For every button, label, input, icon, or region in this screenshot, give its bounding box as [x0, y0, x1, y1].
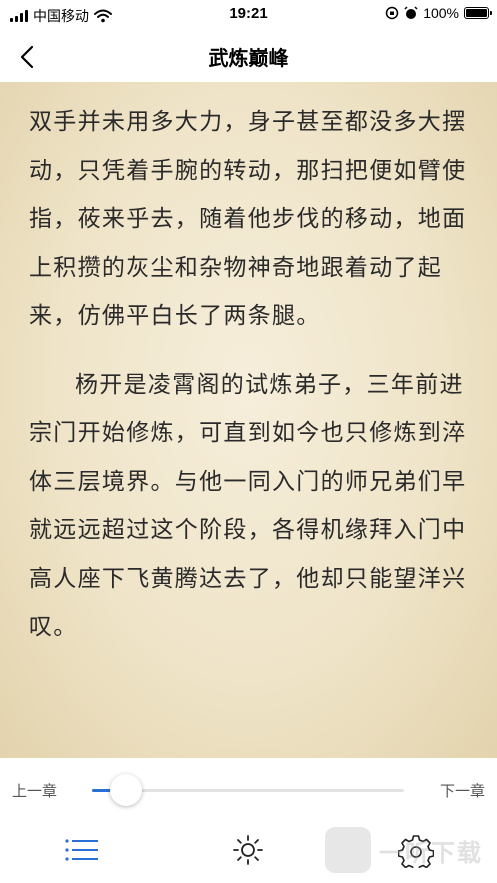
paragraph: 杨开是凌霄阁的试炼弟子，三年前进宗门开始修炼，可直到如今也只修炼到淬体三层境界。… [29, 371, 467, 641]
chapter-list-button[interactable] [64, 832, 100, 868]
watermark-text: 一听下载 [379, 839, 483, 867]
chapter-text: 双手并未用多大力，身子甚至都没多大摆动，只凭着手腕的转动，那扫把便如臂使指，莜来… [29, 98, 474, 652]
brightness-button[interactable] [230, 832, 266, 868]
next-chapter-button[interactable]: 下一章 [440, 780, 485, 801]
battery-percent: 100% [423, 5, 459, 21]
alarm-icon [404, 6, 418, 19]
nav-bar: 武炼巅峰 [0, 30, 497, 82]
status-bar: 中国移动 19:21 100% [0, 0, 497, 30]
progress-slider[interactable] [92, 774, 404, 806]
battery-icon [464, 7, 492, 19]
paragraph: 双手并未用多大力，身子甚至都没多大摆动，只凭着手腕的转动，那扫把便如臂使指，莜来… [29, 109, 467, 329]
progress-thumb[interactable] [110, 774, 143, 806]
status-right: 100% [385, 5, 492, 21]
reader-controls: 上一章 下一章 一听下载 [0, 758, 497, 883]
brightness-icon [233, 835, 263, 865]
page-title: 武炼巅峰 [208, 46, 289, 70]
menu-icon [65, 839, 98, 861]
watermark: 一听下载 [321, 821, 491, 879]
watermark-logo [325, 827, 371, 873]
rotation-lock-icon [385, 6, 399, 20]
reading-area[interactable]: 双手并未用多大力，身子甚至都没多大摆动，只凭着手腕的转动，那扫把便如臂使指，莜来… [0, 82, 497, 758]
prev-chapter-button[interactable]: 上一章 [12, 780, 57, 801]
